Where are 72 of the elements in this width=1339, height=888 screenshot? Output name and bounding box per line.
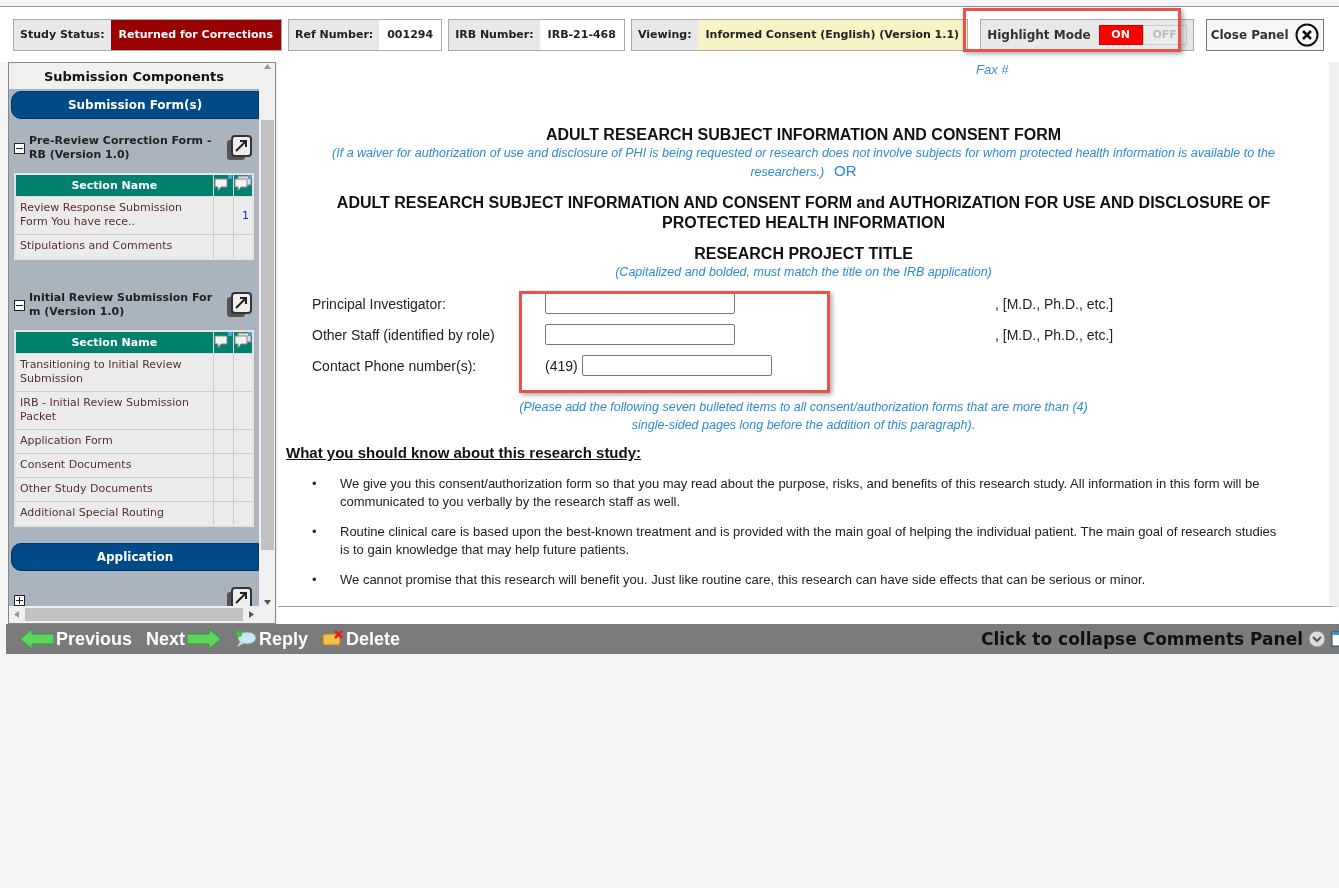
column-header: Section Name <box>15 174 213 197</box>
plus-box-icon[interactable] <box>14 594 25 606</box>
field-label: Principal Investigator: <box>312 295 447 312</box>
section-name-cell[interactable]: Review Response Submission Form You have rece.. <box>15 196 213 235</box>
next-button[interactable]: Next <box>142 628 226 650</box>
project-note: (Capitalized and bolded, must match the title on the IRB application) <box>614 264 993 281</box>
input-field[interactable] <box>545 293 735 314</box>
fax-label: Fax # <box>975 62 1010 79</box>
field-label: Study Status: <box>19 27 106 43</box>
section-name-cell[interactable]: Additional Special Routing <box>15 501 213 526</box>
chevron-down-icon <box>1307 629 1327 649</box>
bullet-item: We give you this consent/authorization form so that you may read about the purpose, risks, and benefits of this research study. All information in this form will be communicated to you verbally by the research staff as well. <box>340 475 1261 511</box>
form-title: ADULT RESEARCH SUBJECT INFORMATION AND CONSENT FORM <box>544 125 1063 144</box>
horizontal-scrollbar[interactable] <box>9 606 259 623</box>
instruction-note: (Please add the following seven bulleted items to all consent/authorization forms that are more than (4) single-sided pages long before the addition of this paragraph). <box>518 399 1089 434</box>
popout-icon[interactable] <box>225 134 253 162</box>
minus-box-icon[interactable] <box>14 299 25 311</box>
scroll-right-icon[interactable] <box>248 611 255 618</box>
highlight-mode-label: Highlight Mode <box>987 27 1091 42</box>
form-title[interactable]: Pre-Review Correction Form - RB (Version 1.0) <box>29 134 221 162</box>
speech-bubble-icon <box>235 630 258 648</box>
field-value: Returned for Corrections <box>110 19 281 50</box>
window-icon <box>1331 630 1339 648</box>
section-name-cell[interactable]: Other Study Documents <box>15 477 213 502</box>
form-title: ADULT RESEARCH SUBJECT INFORMATION AND CONSENT FORM and AUTHORIZATION FOR USE AND DISCLOSURE OF PROTECTED HEALTH INFORMATION <box>335 193 1272 233</box>
bullet-marker: • <box>311 571 318 589</box>
input-field[interactable] <box>545 324 735 345</box>
field-label: Contact Phone number(s): <box>312 357 478 374</box>
comment-icon <box>214 175 232 193</box>
sidebar-title: Submission Components <box>9 63 259 89</box>
input-field[interactable] <box>581 355 772 376</box>
field-value: 001294 <box>379 19 442 50</box>
popout-icon[interactable] <box>225 291 253 319</box>
section-name-cell[interactable]: Application Form <box>15 429 213 454</box>
phone-prefix: (419) <box>545 357 578 374</box>
column-header: Section Name <box>15 331 213 354</box>
bullet-marker: • <box>311 523 318 541</box>
project-title: RESEARCH PROJECT TITLE <box>693 244 914 263</box>
arrow-right-icon <box>187 629 222 649</box>
reply-button[interactable]: Reply <box>231 628 313 650</box>
degree-hint: , [M.D., Ph.D., etc.] <box>995 295 1115 312</box>
section-name-cell[interactable]: Stipulations and Comments <box>15 234 213 259</box>
section-heading: What you should know about this research study: <box>285 443 643 463</box>
field-label: Ref Number: <box>294 27 375 43</box>
collapse-comments-button[interactable]: Click to collapse Comments Panel <box>980 629 1339 649</box>
close-panel-button[interactable]: Close Panel <box>1205 18 1324 51</box>
field-label: IRB Number: <box>454 27 535 43</box>
section-header[interactable]: Submission Form(s) <box>11 91 259 119</box>
section-header[interactable]: Application <box>11 543 259 571</box>
waiver-note: (If a waiver for authorization of use and disclosure of PHI is being requested or research does not involve subjects for whom protected health information is available to the researchers.) OR <box>331 145 1276 181</box>
comment-icon <box>214 332 232 350</box>
section-name-cell[interactable]: Transitioning to Initial Review Submission <box>15 353 213 392</box>
bullet-marker: • <box>311 475 318 493</box>
form-title[interactable]: Initial Review Submission For m (Version 1.0) <box>29 291 221 319</box>
field-value: IRB-21-468 <box>539 19 624 50</box>
comment-count: 1 <box>242 209 249 222</box>
field-label: Other Staff (identified by role) <box>312 326 496 343</box>
section-name-cell[interactable]: Consent Documents <box>15 453 213 478</box>
popout-icon[interactable] <box>225 586 253 606</box>
vertical-scrollbar[interactable] <box>259 63 275 606</box>
bullet-item: We cannot promise that this research will benefit you. Just like routine care, this research can have side effects that can be serious or minor. <box>340 571 1147 589</box>
field-label: Viewing: <box>636 27 693 43</box>
minus-box-icon[interactable] <box>14 142 25 154</box>
toggle-option[interactable]: ON <box>1098 24 1143 45</box>
delete-comment-icon <box>322 630 345 648</box>
bullet-item: Routine clinical care is based upon the best-known treatment and is provided with the main goal of helping the individual patient. The main goal of research studies is to gain knowledge that may help future patients. <box>340 523 1278 559</box>
arrow-left-icon <box>20 629 54 649</box>
degree-hint: , [M.D., Ph.D., etc.] <box>995 326 1115 343</box>
section-name-cell[interactable]: IRB - Initial Review Submission Packet <box>15 391 213 430</box>
close-icon <box>1294 22 1319 47</box>
previous-button[interactable]: Previous <box>16 628 137 650</box>
delete-button[interactable]: Delete <box>318 628 405 650</box>
